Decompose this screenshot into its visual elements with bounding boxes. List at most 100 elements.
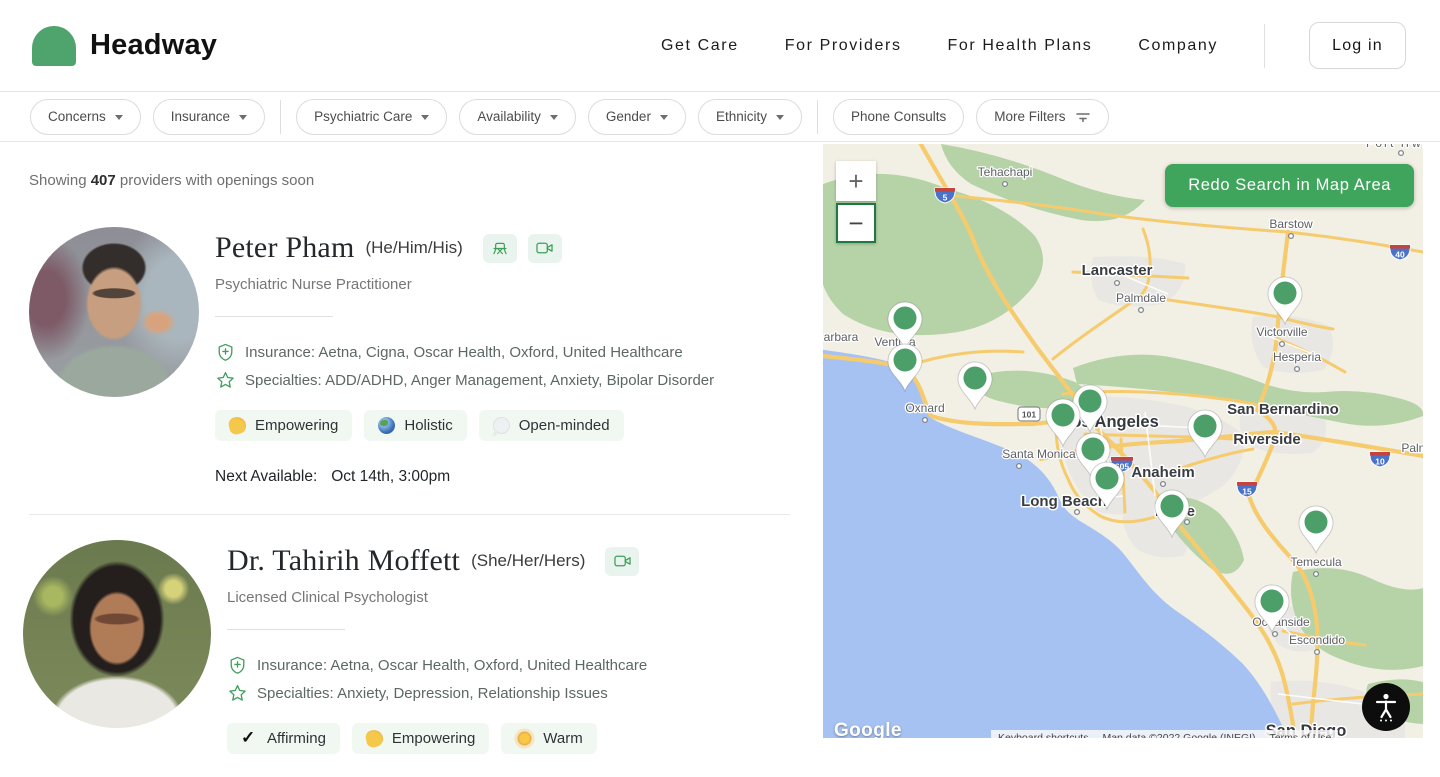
svg-text:40: 40 bbox=[1395, 249, 1405, 259]
specialties-star-icon bbox=[229, 684, 246, 701]
header-divider bbox=[1264, 23, 1265, 68]
specialties-line: Specialties: Anxiety, Depression, Relati… bbox=[257, 685, 608, 702]
chevron-down-icon bbox=[775, 114, 784, 120]
video-camera-icon bbox=[527, 233, 562, 263]
trait-tag: Open-minded bbox=[478, 410, 624, 441]
map-label-santa-barbara: arbara bbox=[824, 330, 859, 344]
svg-text:10: 10 bbox=[1375, 456, 1385, 466]
muscle-icon bbox=[227, 415, 248, 436]
accessibility-person-icon bbox=[1375, 693, 1397, 722]
login-button[interactable]: Log in bbox=[1309, 22, 1406, 69]
results-count-line: Showing 407 providers with openings soon bbox=[29, 172, 315, 189]
nav-for-health-plans[interactable]: For Health Plans bbox=[948, 37, 1093, 55]
main-content: Showing 407 providers with openings soon… bbox=[0, 142, 1440, 777]
filter-gender[interactable]: Gender bbox=[587, 98, 686, 135]
chevron-down-icon bbox=[549, 114, 558, 120]
insurance-shield-icon bbox=[218, 343, 233, 361]
card-divider bbox=[29, 514, 790, 515]
google-logo: Google bbox=[834, 720, 902, 738]
svg-text:101: 101 bbox=[1022, 410, 1036, 420]
provider-pronouns: (He/Him/His) bbox=[365, 238, 463, 257]
zoom-in-button[interactable]: + bbox=[836, 161, 876, 201]
map-label-oxnard: Oxnard bbox=[905, 401, 944, 415]
filter-more-filters[interactable]: More Filters bbox=[976, 98, 1109, 135]
trait-tag: Warm bbox=[501, 723, 597, 754]
filter-divider bbox=[280, 99, 282, 134]
filter-psychiatric-care[interactable]: Psychiatric Care bbox=[296, 98, 448, 135]
trait-tag: Empowering bbox=[215, 410, 353, 441]
map-label-palm-springs: Palm Springs bbox=[1401, 441, 1423, 455]
chevron-down-icon bbox=[114, 114, 123, 120]
nav-for-providers[interactable]: For Providers bbox=[785, 37, 902, 55]
video-camera-icon bbox=[605, 546, 640, 576]
headway-logo[interactable]: Headway bbox=[32, 25, 218, 66]
map-zoom-controls: + − bbox=[836, 161, 876, 243]
specialties-star-icon bbox=[217, 371, 234, 388]
map-label-barstow: Barstow bbox=[1269, 217, 1313, 231]
filter-insurance[interactable]: Insurance bbox=[152, 98, 266, 135]
map-data-credit: Map data ©2022 Google (INEGI) bbox=[1095, 730, 1263, 738]
map-label-escondido: Escondido bbox=[1289, 633, 1345, 647]
provider-results-panel: Showing 407 providers with openings soon… bbox=[0, 142, 823, 777]
provider-avatar[interactable] bbox=[23, 540, 211, 728]
filter-sliders-icon bbox=[1075, 113, 1090, 123]
in-person-chair-icon bbox=[482, 233, 517, 263]
provider-card-peter-pham[interactable]: Peter Pham (He/Him/His) Psychiatric Nurs… bbox=[29, 227, 790, 486]
map-label-victorville: Victorville bbox=[1256, 325, 1307, 339]
filter-phone-consults[interactable]: Phone Consults bbox=[832, 98, 965, 135]
zoom-out-button[interactable]: − bbox=[836, 203, 876, 243]
brand-name: Headway bbox=[90, 29, 218, 61]
nav-get-care[interactable]: Get Care bbox=[661, 37, 739, 55]
insurance-line: Insurance: Aetna, Oscar Health, Oxford, … bbox=[257, 657, 648, 674]
provider-credential: Licensed Clinical Psychologist bbox=[227, 589, 428, 606]
provider-pronouns: (She/Her/Hers) bbox=[471, 551, 586, 570]
next-available-value: Oct 14th, 3:00pm bbox=[331, 468, 451, 485]
svg-text:15: 15 bbox=[1242, 486, 1252, 496]
sun-icon bbox=[516, 730, 534, 747]
map-label-riverside: Riverside bbox=[1233, 431, 1301, 448]
map-attribution: Keyboard shortcuts Map data ©2022 Google… bbox=[991, 730, 1339, 738]
keyboard-shortcuts-link[interactable]: Keyboard shortcuts bbox=[991, 730, 1096, 738]
filter-availability[interactable]: Availability bbox=[459, 98, 576, 135]
map-label-hesperia: Hesperia bbox=[1273, 350, 1321, 364]
map-label-anaheim: Anaheim bbox=[1131, 464, 1194, 481]
accessibility-button[interactable] bbox=[1362, 683, 1410, 731]
insurance-line: Insurance: Aetna, Cigna, Oscar Health, O… bbox=[245, 344, 683, 361]
map-label-temecula: Temecula bbox=[1290, 555, 1342, 569]
map-label-santa-monica: Santa Monica bbox=[1002, 447, 1076, 461]
trait-tag: Empowering bbox=[351, 723, 490, 754]
map-label-fort-irwin: Fort Irwin bbox=[1366, 144, 1423, 150]
globe-icon bbox=[378, 417, 396, 434]
divider bbox=[215, 316, 333, 317]
map-label-long-beach: Long Beach bbox=[1021, 493, 1107, 510]
svg-text:5: 5 bbox=[943, 192, 948, 202]
provider-name[interactable]: Peter Pham bbox=[215, 231, 354, 265]
map-label-tehachapi: Tehachapi bbox=[978, 165, 1033, 179]
map-label-san-bernardino: San Bernardino bbox=[1227, 401, 1339, 418]
chevron-down-icon bbox=[239, 114, 248, 120]
muscle-icon bbox=[364, 728, 385, 749]
route-shield-us101: 101 bbox=[1017, 406, 1041, 422]
provider-avatar[interactable] bbox=[29, 227, 199, 397]
trait-tag: Holistic bbox=[364, 410, 467, 441]
map-label-lancaster: Lancaster bbox=[1082, 262, 1153, 279]
filter-bar: Concerns Insurance Psychiatric Care Avai… bbox=[0, 92, 1440, 142]
insurance-shield-icon bbox=[230, 656, 245, 674]
map-panel[interactable]: 5 40 101 605 10 15 Tehachapi Lancaster P… bbox=[823, 144, 1423, 738]
map-canvas[interactable]: 5 40 101 605 10 15 Tehachapi Lancaster P… bbox=[823, 144, 1423, 738]
trait-tags: Empowering Holistic Open-minded bbox=[215, 410, 714, 441]
filter-concerns[interactable]: Concerns bbox=[30, 98, 141, 135]
nav-company[interactable]: Company bbox=[1138, 37, 1218, 55]
trait-tag: Affirming bbox=[227, 723, 340, 754]
provider-info: Dr. Tahirih Moffett (She/Her/Hers) Licen… bbox=[227, 540, 647, 777]
provider-card-tahirih-moffett[interactable]: Dr. Tahirih Moffett (She/Her/Hers) Licen… bbox=[23, 540, 790, 777]
chevron-down-icon bbox=[659, 114, 668, 120]
provider-name[interactable]: Dr. Tahirih Moffett bbox=[227, 544, 460, 578]
map-label-palmdale: Palmdale bbox=[1116, 291, 1166, 305]
filter-ethnicity[interactable]: Ethnicity bbox=[697, 98, 802, 135]
next-available-line: Next Available: Oct 14th, 3:00pm bbox=[215, 468, 451, 485]
terms-of-use-link[interactable]: Terms of Use bbox=[1262, 730, 1339, 738]
redo-search-button[interactable]: Redo Search in Map Area bbox=[1165, 164, 1414, 207]
top-navigation-bar: Headway Get Care For Providers For Healt… bbox=[0, 0, 1440, 92]
results-count: 407 bbox=[90, 172, 116, 189]
